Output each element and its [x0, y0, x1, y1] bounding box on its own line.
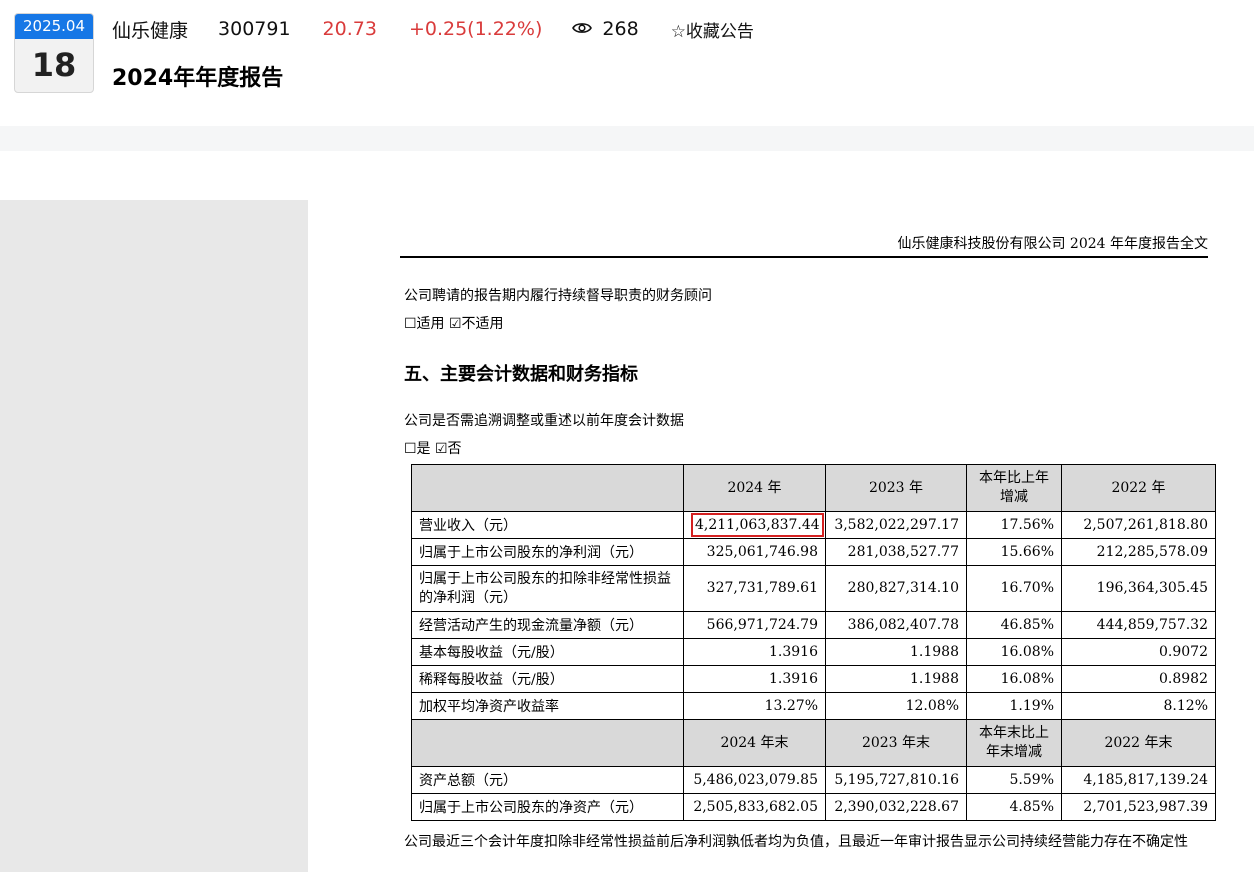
table-header-blank — [411, 464, 684, 512]
row-label: 资产总额（元） — [411, 766, 684, 794]
table-header-row: 2024 年 2023 年 本年比上年增减 2022 年 — [411, 464, 1216, 512]
row-label: 归属于上市公司股东的净资产（元） — [411, 793, 684, 821]
value-cell: 281,038,527.77 — [825, 538, 967, 566]
value-cell: 444,859,757.32 — [1061, 611, 1216, 639]
date-badge: 2025.04 18 — [14, 13, 94, 93]
value-cell: 0.8982 — [1061, 665, 1216, 693]
value-cell: 17.56% — [966, 511, 1062, 539]
value-cell: 212,285,578.09 — [1061, 538, 1216, 566]
value-cell: 15.66% — [966, 538, 1062, 566]
value-cell: 280,827,314.10 — [825, 565, 967, 612]
restate-line: 公司是否需追溯调整或重述以前年度会计数据 — [404, 413, 684, 429]
table-row: 营业收入（元） 4,211,063,837.44 3,582,022,297.1… — [411, 511, 1216, 539]
date-day: 18 — [31, 46, 77, 84]
value-cell: 1.3916 — [683, 638, 826, 666]
table-header-row: 2024 年末 2023 年末 本年末比上年末增减 2022 年末 — [411, 719, 1216, 767]
stock-header: 仙乐健康 300791 20.73 +0.25(1.22%) 268 ☆收藏公告 — [112, 15, 754, 43]
value-cell: 2,390,032,228.67 — [825, 793, 967, 821]
table-header-cell: 2022 年末 — [1061, 719, 1216, 767]
value-cell: 5.59% — [966, 766, 1062, 794]
value-cell: 16.08% — [966, 638, 1062, 666]
footer-paragraph: 公司最近三个会计年度扣除非经常性损益前后净利润孰低者均为负值，且最近一年审计报告… — [404, 834, 1188, 850]
row-label: 归属于上市公司股东的扣除非经常性损益的净利润（元） — [411, 565, 684, 612]
value-cell: 16.08% — [966, 665, 1062, 693]
value-cell: 1.1988 — [825, 638, 967, 666]
row-label: 归属于上市公司股东的净利润（元） — [411, 538, 684, 566]
table-row: 稀释每股收益（元/股） 1.3916 1.1988 16.08% 0.8982 — [411, 665, 1216, 693]
restate-options: ☐是 ☑否 — [404, 441, 462, 457]
running-head: 仙乐健康科技股份有限公司 2024 年年度报告全文 — [400, 233, 1208, 258]
value-cell: 13.27% — [683, 692, 826, 720]
table-row: 经营活动产生的现金流量净额（元） 566,971,724.79 386,082,… — [411, 611, 1216, 639]
row-label: 基本每股收益（元/股） — [411, 638, 684, 666]
row-label: 经营活动产生的现金流量净额（元） — [411, 611, 684, 639]
table-header-cell: 本年比上年增减 — [966, 464, 1062, 512]
value-cell: 2,701,523,987.39 — [1061, 793, 1216, 821]
stock-name[interactable]: 仙乐健康 — [112, 16, 188, 43]
favorite-button[interactable]: ☆收藏公告 — [671, 17, 754, 42]
value-cell: 386,082,407.78 — [825, 611, 967, 639]
value-cell: 8.12% — [1061, 692, 1216, 720]
value-cell: 327,731,789.61 — [683, 565, 826, 612]
table-header-cell: 2023 年 — [825, 464, 967, 512]
view-count-value: 268 — [602, 18, 639, 40]
value-cell: 196,364,305.45 — [1061, 565, 1216, 612]
table-header-blank — [411, 719, 684, 767]
table-row: 资产总额（元） 5,486,023,079.85 5,195,727,810.1… — [411, 766, 1216, 794]
highlighted-value-cell: 4,211,063,837.44 — [683, 511, 826, 539]
row-label: 营业收入（元） — [411, 511, 684, 539]
financial-table: 2024 年 2023 年 本年比上年增减 2022 年 营业收入（元） 4,2… — [411, 464, 1216, 821]
left-side-panel — [0, 200, 308, 872]
value-cell: 325,061,746.98 — [683, 538, 826, 566]
value-cell: 5,486,023,079.85 — [683, 766, 826, 794]
value-cell: 5,195,727,810.16 — [825, 766, 967, 794]
value-cell: 16.70% — [966, 565, 1062, 612]
value-cell: 2,507,261,818.80 — [1061, 511, 1216, 539]
stock-price: 20.73 — [322, 18, 377, 40]
value-cell: 4.85% — [966, 793, 1062, 821]
value-cell: 12.08% — [825, 692, 967, 720]
value-cell: 566,971,724.79 — [683, 611, 826, 639]
advisor-options: ☐适用 ☑不适用 — [404, 316, 504, 332]
value-cell: 3,582,022,297.17 — [825, 511, 967, 539]
value-cell: 4,185,817,139.24 — [1061, 766, 1216, 794]
view-count: 268 — [572, 18, 639, 40]
table-row: 归属于上市公司股东的净资产（元） 2,505,833,682.05 2,390,… — [411, 793, 1216, 821]
stock-code: 300791 — [218, 18, 291, 40]
value-cell: 1.3916 — [683, 665, 826, 693]
section-title: 五、主要会计数据和财务指标 — [404, 364, 638, 385]
value-cell: 1.1988 — [825, 665, 967, 693]
separator-band — [0, 126, 1254, 151]
value-cell: 46.85% — [966, 611, 1062, 639]
value-cell: 1.19% — [966, 692, 1062, 720]
table-header-cell: 2024 年末 — [683, 719, 826, 767]
row-label: 稀释每股收益（元/股） — [411, 665, 684, 693]
highlighted-revenue-value: 4,211,063,837.44 — [691, 513, 824, 537]
table-row: 归属于上市公司股东的扣除非经常性损益的净利润（元） 327,731,789.61… — [411, 565, 1216, 612]
table-header-cell: 2023 年末 — [825, 719, 967, 767]
table-row: 加权平均净资产收益率 13.27% 12.08% 1.19% 8.12% — [411, 692, 1216, 720]
value-cell: 2,505,833,682.05 — [683, 793, 826, 821]
date-year-month: 2025.04 — [15, 14, 93, 39]
table-row: 归属于上市公司股东的净利润（元） 325,061,746.98 281,038,… — [411, 538, 1216, 566]
value-cell: 0.9072 — [1061, 638, 1216, 666]
row-label: 加权平均净资产收益率 — [411, 692, 684, 720]
table-header-cell: 本年末比上年末增减 — [966, 719, 1062, 767]
advisor-line: 公司聘请的报告期内履行持续督导职责的财务顾问 — [404, 288, 712, 304]
table-row: 基本每股收益（元/股） 1.3916 1.1988 16.08% 0.9072 — [411, 638, 1216, 666]
eye-icon — [572, 23, 593, 33]
table-header-cell: 2022 年 — [1061, 464, 1216, 512]
stock-change: +0.25(1.22%) — [408, 18, 543, 40]
document-title: 2024年年度报告 — [112, 66, 284, 91]
table-header-cell: 2024 年 — [683, 464, 826, 512]
pdf-page: 仙乐健康科技股份有限公司 2024 年年度报告全文 公司聘请的报告期内履行持续督… — [308, 200, 1254, 872]
